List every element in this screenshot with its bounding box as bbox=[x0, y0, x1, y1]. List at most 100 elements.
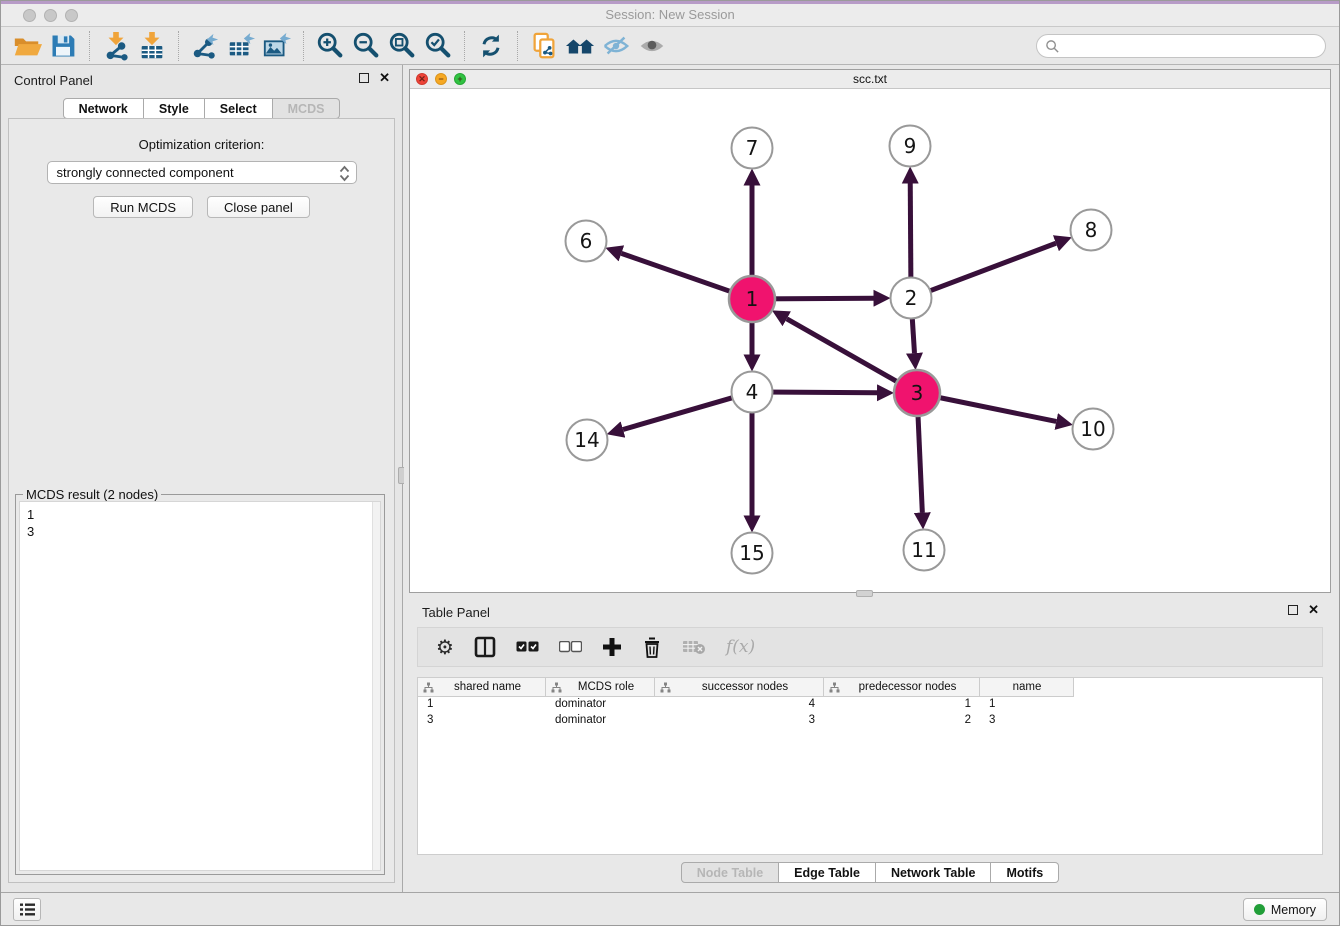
float-table-panel-icon[interactable] bbox=[1288, 605, 1298, 615]
column-header-successor-nodes[interactable]: successor nodes bbox=[655, 678, 824, 697]
edge-2-8[interactable] bbox=[920, 243, 1056, 294]
edge-4-3[interactable] bbox=[762, 392, 877, 393]
search-box bbox=[1036, 34, 1326, 58]
mcds-result-area[interactable]: 1 3 bbox=[19, 501, 381, 871]
home-icon[interactable] bbox=[562, 29, 598, 63]
import-table-icon[interactable] bbox=[134, 29, 170, 63]
app-window: Session: New Session bbox=[0, 0, 1340, 926]
edge-1-2[interactable] bbox=[762, 298, 874, 299]
horizontal-splitter-handle[interactable] bbox=[856, 590, 873, 597]
edge-3-10[interactable] bbox=[927, 395, 1056, 421]
edge-1-6[interactable] bbox=[621, 253, 742, 295]
svg-text:3: 3 bbox=[911, 381, 924, 405]
close-panel-button[interactable]: Close panel bbox=[207, 196, 310, 218]
optimization-criterion-label: Optimization criterion: bbox=[9, 137, 394, 152]
delete-columns-icon[interactable] bbox=[642, 636, 662, 658]
toolbar-separator bbox=[464, 31, 465, 61]
toolbar-separator bbox=[517, 31, 518, 61]
control-panel-tabs: NetworkStyleSelectMCDS bbox=[1, 98, 402, 119]
export-image-icon[interactable] bbox=[259, 29, 295, 63]
column-header-shared-name[interactable]: shared name bbox=[418, 678, 546, 697]
mcds-result-group: MCDS result (2 nodes) 1 3 bbox=[15, 494, 385, 875]
column-header-predecessor-nodes[interactable]: predecessor nodes bbox=[824, 678, 980, 697]
zoom-in-icon[interactable] bbox=[312, 29, 348, 63]
close-table-panel-icon[interactable]: ✕ bbox=[1308, 605, 1319, 615]
main-area: Control Panel ✕ NetworkStyleSelectMCDS O… bbox=[1, 65, 1339, 894]
mcds-result-scrollbar[interactable] bbox=[372, 502, 380, 870]
table-panel: Table Panel ✕ ⚙ bbox=[409, 597, 1331, 889]
table-panel-title: Table Panel bbox=[422, 605, 490, 620]
memory-button[interactable]: Memory bbox=[1243, 898, 1327, 921]
edge-3-1[interactable] bbox=[787, 319, 909, 388]
column-header-MCDS-role[interactable]: MCDS role bbox=[546, 678, 655, 697]
node-4[interactable]: 4 bbox=[732, 372, 773, 413]
save-session-icon[interactable] bbox=[45, 29, 81, 63]
svg-text:1: 1 bbox=[746, 287, 759, 311]
select-all-icon[interactable] bbox=[516, 641, 539, 653]
task-history-button[interactable] bbox=[13, 898, 41, 921]
tab-select[interactable]: Select bbox=[205, 98, 273, 119]
tab-style[interactable]: Style bbox=[144, 98, 205, 119]
optimization-criterion-select[interactable]: strongly connected component bbox=[47, 161, 357, 184]
network-canvas[interactable]: 7 9 6 8 1 2 4 3 14 10 15 11 bbox=[410, 89, 1330, 592]
window-title: Session: New Session bbox=[1, 7, 1339, 22]
search-input[interactable] bbox=[1060, 36, 1325, 56]
svg-text:7: 7 bbox=[746, 136, 759, 160]
tab-network[interactable]: Network bbox=[63, 98, 144, 119]
edge-3-11[interactable] bbox=[917, 403, 922, 513]
run-mcds-button[interactable]: Run MCDS bbox=[93, 196, 193, 218]
function-builder-icon[interactable]: f(x) bbox=[726, 637, 755, 657]
import-network-icon[interactable] bbox=[98, 29, 134, 63]
delete-table-icon[interactable] bbox=[682, 639, 706, 655]
tab-mcds[interactable]: MCDS bbox=[273, 98, 341, 119]
node-3[interactable]: 3 bbox=[894, 370, 940, 416]
list-icon bbox=[19, 902, 36, 917]
table-row[interactable]: 1dominator411 bbox=[418, 697, 1322, 713]
toolbar-separator bbox=[303, 31, 304, 61]
add-column-icon[interactable] bbox=[602, 637, 622, 657]
edge-4-14[interactable] bbox=[623, 395, 742, 430]
table-row[interactable]: 3dominator323 bbox=[418, 713, 1322, 729]
svg-text:2: 2 bbox=[905, 286, 918, 310]
float-panel-icon[interactable] bbox=[359, 73, 369, 83]
close-panel-icon[interactable]: ✕ bbox=[379, 73, 390, 83]
node-8[interactable]: 8 bbox=[1071, 210, 1112, 251]
table-options-icon[interactable]: ⚙ bbox=[436, 637, 454, 657]
show-graphics-details-icon[interactable] bbox=[634, 29, 670, 63]
node-14[interactable]: 14 bbox=[567, 420, 608, 461]
node-9[interactable]: 9 bbox=[890, 126, 931, 167]
column-header-name[interactable]: name bbox=[980, 678, 1074, 697]
node-6[interactable]: 6 bbox=[566, 221, 607, 262]
edge-2-9[interactable] bbox=[910, 183, 911, 288]
refresh-icon[interactable] bbox=[473, 29, 509, 63]
tab-edge-table[interactable]: Edge Table bbox=[779, 862, 876, 883]
zoom-out-icon[interactable] bbox=[348, 29, 384, 63]
mcds-result-title: MCDS result (2 nodes) bbox=[23, 487, 161, 502]
tab-node-table[interactable]: Node Table bbox=[681, 862, 779, 883]
hide-graphics-details-icon[interactable] bbox=[598, 29, 634, 63]
tab-network-table[interactable]: Network Table bbox=[876, 862, 992, 883]
table-panel-header: Table Panel ✕ bbox=[409, 597, 1331, 627]
node-10[interactable]: 10 bbox=[1073, 409, 1114, 450]
open-session-icon[interactable] bbox=[9, 29, 45, 63]
zoom-fit-icon[interactable] bbox=[384, 29, 420, 63]
copy-network-style-icon[interactable] bbox=[526, 29, 562, 63]
node-1[interactable]: 1 bbox=[729, 276, 775, 322]
show-columns-icon[interactable] bbox=[474, 636, 496, 658]
node-7[interactable]: 7 bbox=[732, 128, 773, 169]
deselect-all-icon[interactable] bbox=[559, 641, 582, 653]
export-table-icon[interactable] bbox=[223, 29, 259, 63]
zoom-selected-icon[interactable] bbox=[420, 29, 456, 63]
svg-text:4: 4 bbox=[746, 380, 759, 404]
node-15[interactable]: 15 bbox=[732, 533, 773, 574]
node-11[interactable]: 11 bbox=[904, 530, 945, 571]
search-icon bbox=[1045, 39, 1060, 54]
sort-hierarchy-icon bbox=[551, 682, 562, 693]
tab-motifs[interactable]: Motifs bbox=[991, 862, 1059, 883]
node-2[interactable]: 2 bbox=[891, 278, 932, 319]
export-network-icon[interactable] bbox=[187, 29, 223, 63]
svg-text:11: 11 bbox=[911, 538, 936, 562]
table-panel-tabs: Node TableEdge TableNetwork TableMotifs bbox=[409, 862, 1331, 883]
table-toolbar: ⚙ bbox=[417, 627, 1323, 667]
svg-text:10: 10 bbox=[1080, 417, 1105, 441]
